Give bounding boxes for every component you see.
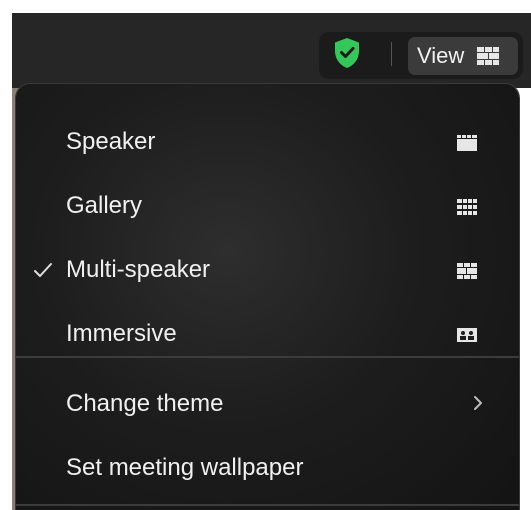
view-menu: Speaker Gallery Multi-speaker Immersive …: [16, 84, 519, 510]
menu-item-label: Change theme: [66, 390, 224, 417]
menu-item-label: Speaker: [66, 128, 156, 155]
menu-item-set-meeting-wallpaper[interactable]: Set meeting wallpaper: [16, 440, 519, 496]
menu-separator: [16, 356, 519, 358]
screen: View Speaker Gallery Multi-speaker Immer…: [0, 0, 531, 510]
gallery-view-icon: [457, 199, 477, 215]
menu-item-gallery[interactable]: Gallery: [16, 178, 519, 234]
security-shield-icon[interactable]: [333, 37, 361, 69]
immersive-view-icon: [457, 328, 477, 342]
menu-item-immersive[interactable]: Immersive: [16, 306, 519, 362]
menu-item-label: Immersive: [66, 320, 177, 347]
toolbar-divider: [391, 42, 392, 66]
view-button-label: View: [417, 43, 465, 68]
menu-item-speaker[interactable]: Speaker: [16, 114, 519, 170]
multi-speaker-view-icon: [457, 263, 477, 279]
chevron-right-icon: [474, 396, 482, 410]
menu-item-label: Set meeting wallpaper: [66, 454, 304, 481]
menu-item-multi-speaker[interactable]: Multi-speaker: [16, 242, 519, 298]
multi-speaker-grid-icon: [477, 47, 500, 65]
checkmark-icon: [34, 263, 52, 277]
menu-separator: [16, 504, 519, 506]
menu-item-label: Gallery: [66, 192, 143, 219]
menu-item-label: Multi-speaker: [66, 256, 211, 283]
view-button[interactable]: View: [408, 37, 518, 75]
speaker-view-icon: [457, 135, 477, 151]
menu-item-change-theme[interactable]: Change theme: [16, 376, 519, 432]
